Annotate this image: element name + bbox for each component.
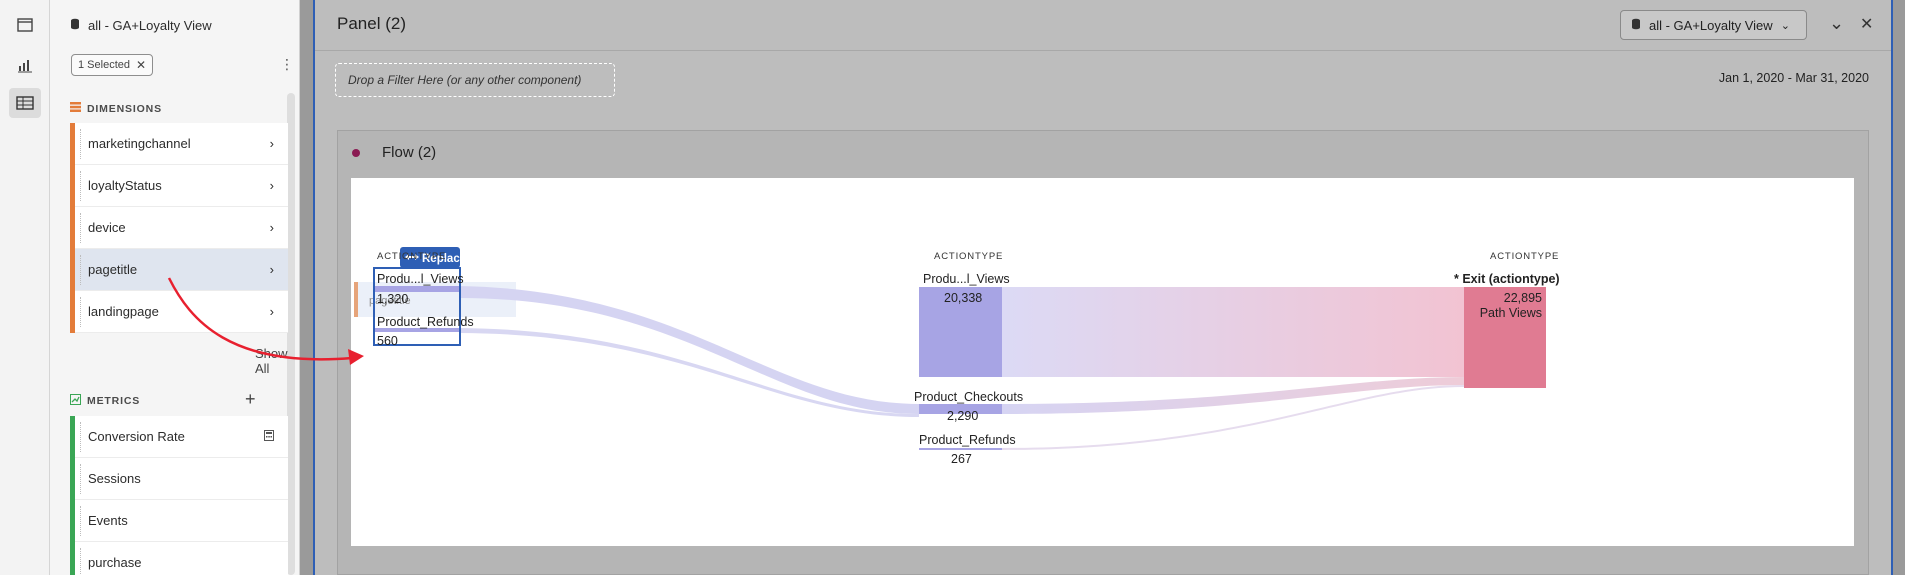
flow-link[interactable]: [1002, 385, 1464, 450]
dimension-item-landingpage[interactable]: landingpage ›: [70, 291, 288, 333]
flow-node-label[interactable]: Produ...l_Views: [377, 272, 464, 286]
metric-item-purchase[interactable]: purchase: [70, 542, 288, 575]
flow-node-label[interactable]: Product_Refunds: [377, 315, 474, 329]
left-rail: [0, 0, 50, 575]
flow-graph: pagetitle Replace: [354, 247, 1546, 450]
flow-link[interactable]: [1002, 377, 1464, 414]
dimensions-header: DIMENSIONS: [70, 102, 162, 115]
add-metric-icon[interactable]: +: [245, 389, 256, 410]
show-all-link[interactable]: Show All: [255, 346, 299, 376]
panel-divider: [315, 50, 1891, 51]
flow-node-label[interactable]: Product_Checkouts: [914, 390, 1023, 404]
column-header: ACTIONTYPE: [1490, 251, 1560, 262]
scrollbar[interactable]: [287, 93, 295, 575]
dimension-item-device[interactable]: device ›: [70, 207, 288, 249]
metrics-header: METRICS: [70, 394, 140, 408]
date-range[interactable]: Jan 1, 2020 - Mar 31, 2020: [1719, 71, 1869, 85]
components-icon[interactable]: [9, 88, 41, 118]
chevron-right-icon[interactable]: ›: [270, 304, 274, 319]
metric-item-conversion-rate[interactable]: Conversion Rate: [70, 416, 288, 458]
calculator-icon: [264, 429, 274, 444]
flow-node-value: 2,290: [947, 409, 979, 423]
flow-node-value: 267: [951, 452, 972, 466]
dimension-icon: [70, 102, 81, 115]
drag-ghost-bar: [354, 282, 358, 317]
flow-node-value: 560: [377, 334, 398, 348]
close-icon[interactable]: ✕: [136, 58, 146, 72]
flow-node-bar[interactable]: [919, 448, 1002, 450]
collapse-chevron-icon[interactable]: ⌄: [1829, 13, 1844, 34]
column-header: ACTIONTYPE: [377, 251, 447, 262]
chevron-right-icon[interactable]: ›: [270, 136, 274, 151]
datasource-select[interactable]: all - GA+Loyalty View ⌄: [1620, 10, 1807, 40]
metric-item-events[interactable]: Events: [70, 500, 288, 542]
metric-item-sessions[interactable]: Sessions: [70, 458, 288, 500]
viz-title[interactable]: Flow (2): [382, 144, 436, 161]
panel-icon[interactable]: [9, 10, 41, 40]
chevron-down-icon: ⌄: [1780, 19, 1790, 32]
flow-node-label[interactable]: Product_Refunds: [919, 433, 1016, 447]
flow-link[interactable]: [1002, 287, 1464, 377]
database-icon: [1631, 18, 1641, 33]
dimension-item-pagetitle[interactable]: pagetitle ›: [70, 249, 288, 291]
dimension-item-loyaltystatus[interactable]: loyaltyStatus ›: [70, 165, 288, 207]
datasource-row[interactable]: all - GA+Loyalty View: [70, 18, 212, 33]
flow-node-value: 1,320: [377, 292, 409, 306]
analysis-panel: Panel (2) all - GA+Loyalty View ⌄ ⌄ ✕ Dr…: [313, 0, 1893, 575]
chip-label: 1 Selected: [78, 59, 130, 71]
components-panel: all - GA+Loyalty View 1 Selected ✕ ⋮ DIM…: [50, 0, 300, 575]
flow-node-value: 22,895: [1503, 291, 1542, 305]
flow-node-sublabel: Path Views: [1479, 306, 1542, 320]
viz-status-dot: [352, 149, 360, 157]
panel-title[interactable]: Panel (2): [337, 14, 406, 34]
database-icon: [70, 18, 80, 33]
bar-chart-icon[interactable]: [9, 50, 41, 80]
metric-icon: [70, 394, 81, 408]
flow-node-label[interactable]: * Exit (actiontype): [1454, 272, 1560, 286]
column-header: ACTIONTYPE: [934, 251, 1004, 262]
filter-dropzone[interactable]: Drop a Filter Here (or any other compone…: [335, 63, 615, 97]
flow-link[interactable]: [459, 286, 919, 414]
dimension-item-marketingchannel[interactable]: marketingchannel ›: [70, 123, 288, 165]
datasource-select-label: all - GA+Loyalty View: [1649, 17, 1773, 33]
chevron-right-icon[interactable]: ›: [270, 178, 274, 193]
selected-chip[interactable]: 1 Selected ✕: [71, 54, 154, 76]
chevron-right-icon[interactable]: ›: [270, 220, 274, 235]
chevron-right-icon[interactable]: ›: [270, 262, 274, 277]
close-panel-icon[interactable]: ✕: [1860, 14, 1873, 34]
flow-node-value: 20,338: [944, 291, 983, 305]
datasource-label: all - GA+Loyalty View: [88, 18, 212, 33]
more-options-icon[interactable]: ⋮: [280, 56, 294, 73]
flow-visualization: Flow (2) pagetitle Replace ACTIONTYPE AC…: [337, 130, 1869, 575]
flow-node-label[interactable]: Produ...l_Views: [923, 272, 1010, 286]
flow-canvas: pagetitle Replace ACTIONTYPE ACTIONTYPE …: [351, 178, 1854, 546]
